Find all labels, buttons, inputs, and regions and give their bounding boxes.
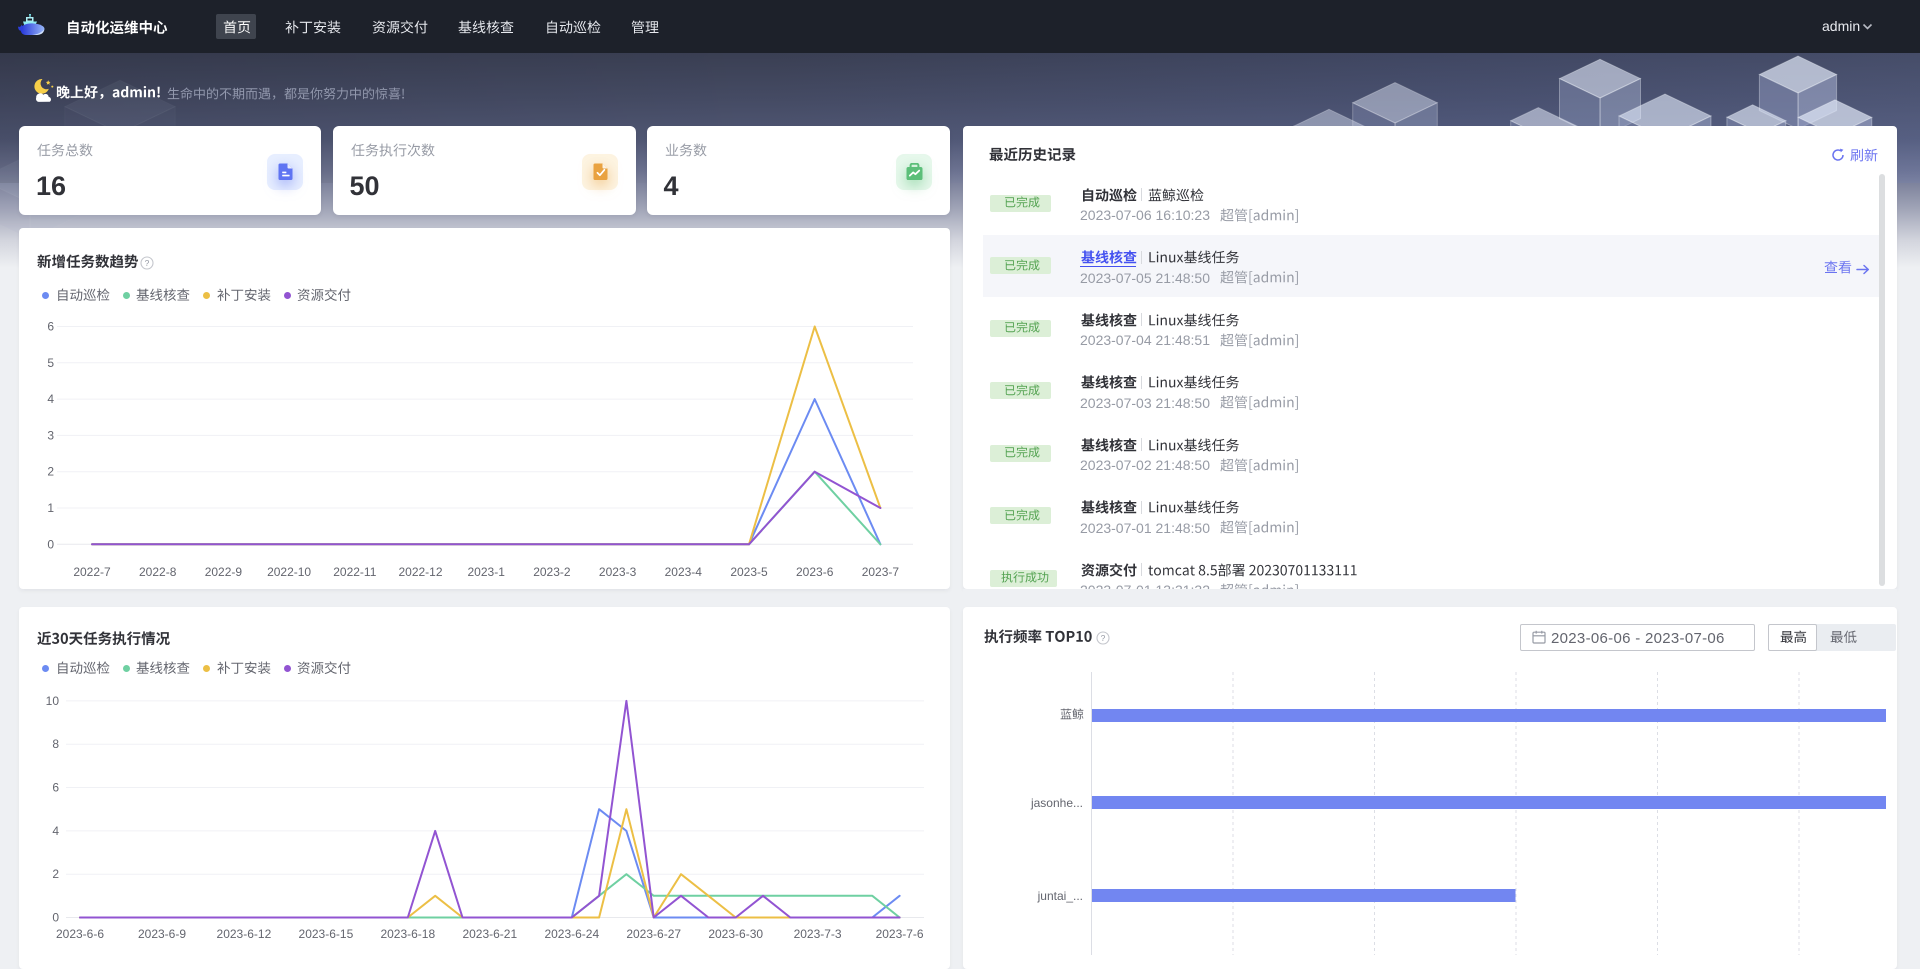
svg-text:2023-3: 2023-3 bbox=[599, 565, 637, 579]
svg-text:2022-9: 2022-9 bbox=[205, 565, 243, 579]
svg-text:2023-6-30: 2023-6-30 bbox=[708, 927, 763, 941]
svg-text:5: 5 bbox=[47, 356, 54, 370]
svg-text:2023-6-18: 2023-6-18 bbox=[380, 927, 435, 941]
svg-text:0: 0 bbox=[47, 537, 54, 551]
svg-text:2022-11: 2022-11 bbox=[333, 565, 376, 579]
svg-text:2023-6-15: 2023-6-15 bbox=[299, 927, 354, 941]
svg-text:2023-4: 2023-4 bbox=[665, 565, 703, 579]
svg-text:2022-10: 2022-10 bbox=[267, 565, 311, 579]
svg-text:8: 8 bbox=[52, 737, 59, 751]
svg-text:2022-7: 2022-7 bbox=[73, 565, 111, 579]
svg-text:2023-7: 2023-7 bbox=[862, 565, 900, 579]
svg-text:2023-6-27: 2023-6-27 bbox=[626, 927, 681, 941]
svg-text:2023-7-6: 2023-7-6 bbox=[876, 927, 924, 941]
svg-text:10: 10 bbox=[46, 694, 60, 708]
svg-text:1: 1 bbox=[47, 501, 54, 515]
svg-text:4: 4 bbox=[52, 824, 59, 838]
svg-text:2023-1: 2023-1 bbox=[468, 565, 506, 579]
svg-text:6: 6 bbox=[47, 320, 54, 334]
svg-text:2023-5: 2023-5 bbox=[730, 565, 768, 579]
svg-text:0: 0 bbox=[52, 911, 59, 925]
svg-text:2023-6-12: 2023-6-12 bbox=[217, 927, 272, 941]
svg-text:3: 3 bbox=[47, 428, 54, 442]
svg-text:2: 2 bbox=[47, 465, 54, 479]
svg-text:2022-12: 2022-12 bbox=[398, 565, 442, 579]
svg-text:2023-6: 2023-6 bbox=[796, 565, 834, 579]
svg-text:4: 4 bbox=[47, 392, 54, 406]
svg-text:2023-6-6: 2023-6-6 bbox=[56, 927, 104, 941]
svg-text:2: 2 bbox=[52, 867, 59, 881]
svg-text:2023-6-9: 2023-6-9 bbox=[138, 927, 186, 941]
svg-text:2023-2: 2023-2 bbox=[533, 565, 571, 579]
svg-text:6: 6 bbox=[52, 781, 59, 795]
svg-text:2023-6-21: 2023-6-21 bbox=[462, 927, 517, 941]
svg-text:2022-8: 2022-8 bbox=[139, 565, 177, 579]
svg-text:2023-7-3: 2023-7-3 bbox=[794, 927, 842, 941]
svg-text:2023-6-24: 2023-6-24 bbox=[544, 927, 599, 941]
